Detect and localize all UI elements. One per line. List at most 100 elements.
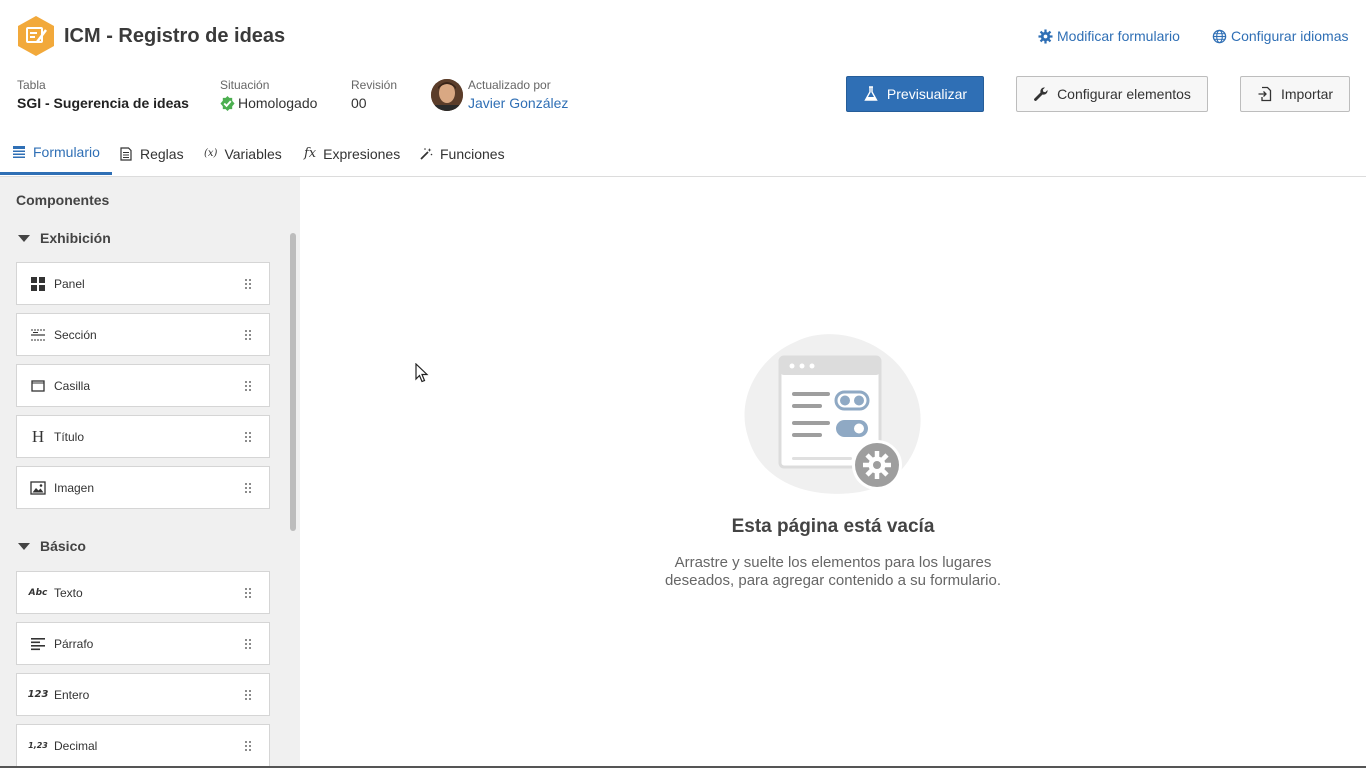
gear-icon — [1038, 28, 1053, 44]
component-parrafo[interactable]: Párrafo — [16, 622, 270, 665]
tab-funciones[interactable]: Funciones — [407, 131, 517, 176]
component-texto[interactable]: Abc Texto — [16, 571, 270, 614]
configure-languages-link[interactable]: Configurar idiomas — [1212, 28, 1349, 44]
configure-languages-label: Configurar idiomas — [1231, 28, 1349, 44]
tab-bar: Formulario Reglas (x) Variables fx Expre… — [0, 131, 1366, 177]
import-icon — [1258, 86, 1272, 102]
user-photo-icon — [431, 79, 463, 111]
panel-icon — [29, 276, 47, 292]
component-entero-label: Entero — [54, 687, 90, 702]
components-sidebar: Componentes Exhibición Panel Sección Cas… — [0, 177, 300, 768]
component-panel[interactable]: Panel — [16, 262, 270, 305]
tab-reglas[interactable]: Reglas — [107, 131, 196, 176]
status-value-wrap: Homologado — [220, 95, 317, 111]
rules-icon — [120, 146, 132, 161]
caret-down-icon — [18, 542, 30, 550]
component-entero[interactable]: 123 Entero — [16, 673, 270, 716]
tab-reglas-label: Reglas — [140, 145, 184, 162]
status-info: Situación Homologado — [220, 78, 317, 111]
empty-desc-line-1: Arrastre y suelte los elementos para los… — [674, 554, 992, 571]
component-decimal-label: Decimal — [54, 738, 98, 753]
app-logo-icon — [18, 16, 54, 56]
box-icon — [29, 378, 47, 394]
drag-handle-icon[interactable] — [244, 278, 252, 290]
flask-icon — [864, 86, 878, 101]
variables-icon: (x) — [204, 148, 218, 159]
configure-elements-button[interactable]: Configurar elementos — [1016, 76, 1208, 112]
component-texto-label: Texto — [54, 585, 83, 600]
tab-expresiones-label: Expresiones — [323, 145, 401, 162]
drag-handle-icon[interactable] — [244, 431, 252, 443]
status-value: Homologado — [238, 95, 318, 111]
drag-handle-icon[interactable] — [244, 587, 252, 599]
globe-icon — [1212, 29, 1227, 43]
drag-handle-icon[interactable] — [244, 689, 252, 701]
caret-down-icon — [18, 234, 30, 242]
avatar — [431, 79, 463, 111]
component-imagen-label: Imagen — [54, 480, 95, 495]
empty-state-title: Esta página está vacía — [731, 516, 935, 537]
import-label: Importar — [1280, 86, 1334, 102]
group-basico-header[interactable]: Básico — [18, 538, 86, 554]
page-title: ICM - Registro de ideas — [64, 25, 286, 47]
component-panel-label: Panel — [54, 276, 85, 291]
modify-form-link[interactable]: Modificar formulario — [1038, 28, 1180, 44]
empty-desc-line-2: deseados, para agregar contenido a su fo… — [664, 572, 1002, 589]
revision-label: Revisión — [351, 78, 398, 92]
table-info: Tabla SGI - Sugerencia de ideas — [17, 78, 189, 111]
component-seccion[interactable]: Sección — [16, 313, 270, 356]
status-label: Situación — [220, 78, 270, 92]
component-casilla-label: Casilla — [54, 378, 91, 393]
preview-label: Previsualizar — [886, 86, 968, 102]
header: ICM - Registro de ideas Modificar formul… — [0, 0, 1366, 72]
tab-expresiones[interactable]: fx Expresiones — [292, 131, 412, 176]
configure-elements-label: Configurar elementos — [1057, 86, 1191, 102]
integer-icon: 123 — [27, 689, 49, 700]
text-icon: Abc — [28, 587, 48, 598]
verified-check-icon — [220, 96, 235, 111]
drag-handle-icon[interactable] — [244, 329, 252, 341]
group-basico-label: Básico — [40, 538, 86, 554]
updated-user-link[interactable]: Javier González — [468, 95, 568, 111]
updated-label: Actualizado por — [468, 78, 551, 92]
section-icon — [29, 327, 47, 343]
empty-page-illustration-icon — [744, 334, 921, 494]
paragraph-icon — [29, 636, 47, 652]
revision-info: Revisión 00 — [351, 78, 397, 111]
tab-funciones-label: Funciones — [440, 145, 505, 162]
revision-value: 00 — [351, 95, 367, 111]
decimal-icon: 1,23 — [28, 741, 48, 750]
component-titulo-label: Título — [54, 429, 85, 444]
group-exhibicion-label: Exhibición — [40, 230, 111, 246]
sidebar-title: Componentes — [16, 192, 110, 208]
tab-variables[interactable]: (x) Variables — [192, 131, 294, 176]
updated-info: Actualizado por Javier González — [468, 78, 568, 111]
magic-wand-icon — [420, 147, 433, 160]
wrench-icon — [1034, 87, 1048, 101]
tab-formulario[interactable]: Formulario — [0, 131, 112, 175]
group-exhibicion-header[interactable]: Exhibición — [18, 230, 111, 246]
component-imagen[interactable]: Imagen — [16, 466, 270, 509]
modify-form-label: Modificar formulario — [1057, 28, 1180, 44]
tab-formulario-label: Formulario — [33, 143, 100, 160]
drag-handle-icon[interactable] — [244, 740, 252, 752]
sidebar-scrollbar[interactable] — [290, 233, 296, 531]
form-canvas[interactable]: Esta página está vacía Arrastre y suelte… — [300, 177, 1366, 768]
drag-handle-icon[interactable] — [244, 380, 252, 392]
heading-icon: H — [31, 426, 45, 446]
table-label: Tabla — [17, 78, 46, 92]
empty-state-description: Arrastre y suelte los elementos para los… — [633, 554, 1033, 590]
component-casilla[interactable]: Casilla — [16, 364, 270, 407]
import-button[interactable]: Importar — [1240, 76, 1350, 112]
image-icon — [29, 480, 47, 496]
component-titulo[interactable]: H Título — [16, 415, 270, 458]
component-seccion-label: Sección — [54, 327, 97, 342]
component-parrafo-label: Párrafo — [54, 636, 94, 651]
drag-handle-icon[interactable] — [244, 482, 252, 494]
table-value: SGI - Sugerencia de ideas — [17, 95, 189, 111]
component-decimal[interactable]: 1,23 Decimal — [16, 724, 270, 767]
form-icon — [13, 145, 25, 158]
drag-handle-icon[interactable] — [244, 638, 252, 650]
mouse-cursor-icon — [415, 363, 429, 383]
preview-button[interactable]: Previsualizar — [846, 76, 984, 112]
